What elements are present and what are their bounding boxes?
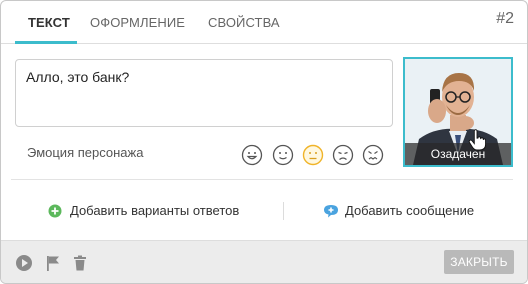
plus-circle-icon [48,204,62,218]
message-text-field[interactable]: Алло, это банк? [15,59,393,127]
add-answers-label: Добавить варианты ответов [70,203,240,218]
hand-cursor-icon [468,129,486,151]
worried-icon[interactable] [302,144,324,166]
add-message-bubble-icon [324,205,338,218]
sad-icon[interactable] [332,144,354,166]
tab-text[interactable]: ТЕКСТ [28,15,70,43]
active-tab-indicator [15,41,77,44]
tab-properties[interactable]: СВОЙСТВА [208,15,280,43]
flag-icon[interactable] [44,254,62,272]
tab-design[interactable]: ОФОРМЛЕНИЕ [90,15,185,43]
slide-number: #2 [496,10,514,27]
trash-icon[interactable] [71,254,89,272]
angry-icon[interactable] [362,144,384,166]
bottom-toolbar: ЗАКРЫТЬ [1,240,527,283]
add-message-button[interactable]: Добавить сообщение [323,203,483,221]
add-message-label: Добавить сообщение [345,203,475,218]
character-emotion-caption: Озадачен [405,143,511,165]
section-divider [11,179,513,180]
actions-separator [283,202,284,220]
add-answers-button[interactable]: Добавить варианты ответов [48,203,248,221]
tab-bar: ТЕКСТ ОФОРМЛЕНИЕ СВОЙСТВА #2 [1,1,527,44]
slide-editor-panel: ТЕКСТ ОФОРМЛЕНИЕ СВОЙСТВА #2 Алло, это б… [0,0,528,284]
smile-icon[interactable] [241,144,263,166]
play-icon[interactable] [15,254,33,272]
character-avatar[interactable]: Озадачен [403,57,513,167]
close-button[interactable]: ЗАКРЫТЬ [444,250,514,274]
neutral-smile-icon[interactable] [272,144,294,166]
emotion-label: Эмоция персонажа [27,145,144,160]
